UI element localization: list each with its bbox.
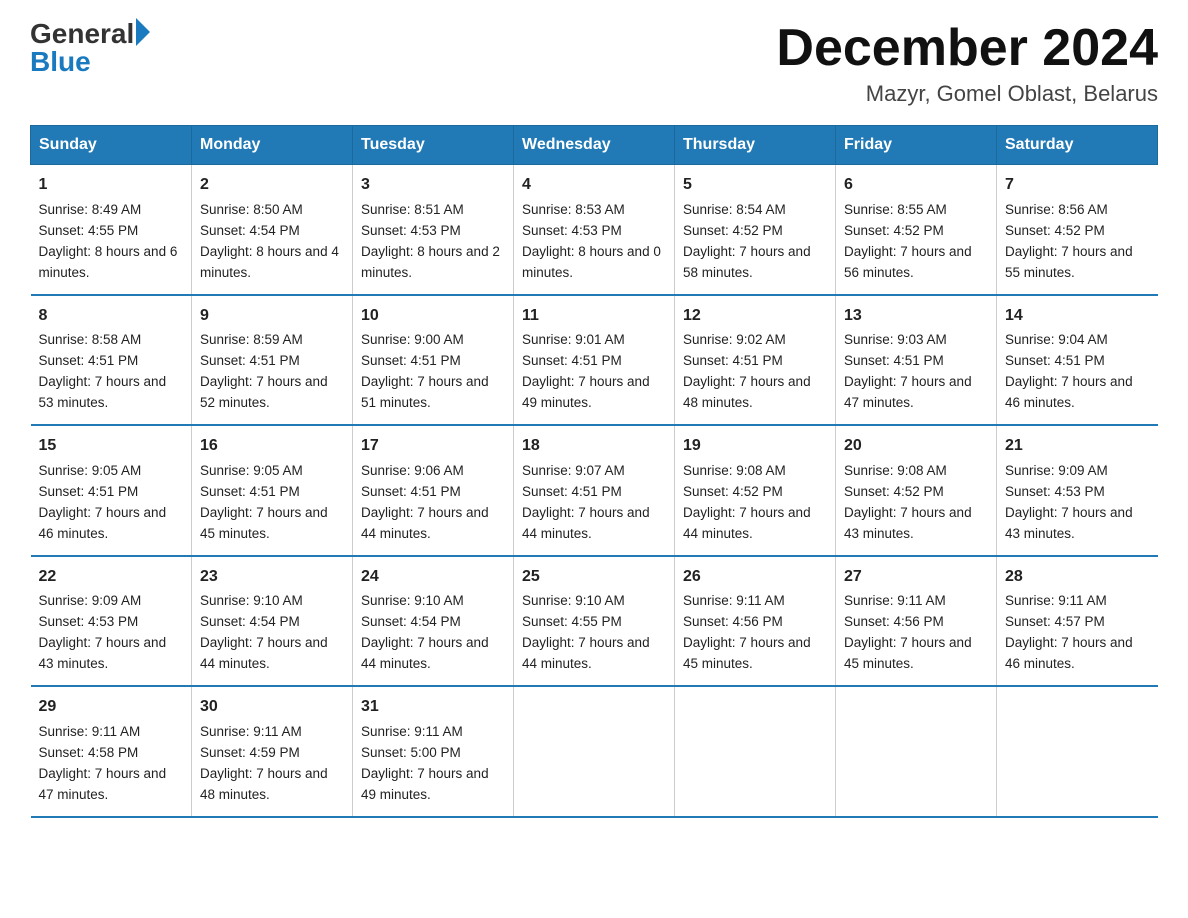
day-cell: 6Sunrise: 8:55 AMSunset: 4:52 PMDaylight… (836, 165, 997, 295)
day-cell: 28Sunrise: 9:11 AMSunset: 4:57 PMDayligh… (997, 556, 1158, 686)
day-cell: 19Sunrise: 9:08 AMSunset: 4:52 PMDayligh… (675, 425, 836, 555)
day-cell: 15Sunrise: 9:05 AMSunset: 4:51 PMDayligh… (31, 425, 192, 555)
day-number: 18 (522, 434, 666, 459)
day-number: 21 (1005, 434, 1150, 459)
day-number: 4 (522, 173, 666, 198)
day-number: 19 (683, 434, 827, 459)
logo-blue-text: Blue (30, 48, 150, 76)
week-row-3: 15Sunrise: 9:05 AMSunset: 4:51 PMDayligh… (31, 425, 1158, 555)
day-number: 7 (1005, 173, 1150, 198)
day-cell (514, 686, 675, 816)
header-cell-wednesday: Wednesday (514, 126, 675, 165)
week-row-5: 29Sunrise: 9:11 AMSunset: 4:58 PMDayligh… (31, 686, 1158, 816)
day-number: 26 (683, 565, 827, 590)
day-cell: 8Sunrise: 8:58 AMSunset: 4:51 PMDaylight… (31, 295, 192, 425)
week-row-2: 8Sunrise: 8:58 AMSunset: 4:51 PMDaylight… (31, 295, 1158, 425)
header-row: SundayMondayTuesdayWednesdayThursdayFrid… (31, 126, 1158, 165)
title-area: December 2024 Mazyr, Gomel Oblast, Belar… (776, 20, 1158, 107)
week-row-1: 1Sunrise: 8:49 AMSunset: 4:55 PMDaylight… (31, 165, 1158, 295)
header-cell-saturday: Saturday (997, 126, 1158, 165)
day-number: 27 (844, 565, 988, 590)
day-number: 30 (200, 695, 344, 720)
day-cell: 27Sunrise: 9:11 AMSunset: 4:56 PMDayligh… (836, 556, 997, 686)
location-title: Mazyr, Gomel Oblast, Belarus (776, 81, 1158, 107)
logo-arrow-icon (136, 18, 150, 46)
day-cell (675, 686, 836, 816)
header-cell-tuesday: Tuesday (353, 126, 514, 165)
week-row-4: 22Sunrise: 9:09 AMSunset: 4:53 PMDayligh… (31, 556, 1158, 686)
day-number: 20 (844, 434, 988, 459)
day-cell: 9Sunrise: 8:59 AMSunset: 4:51 PMDaylight… (192, 295, 353, 425)
day-number: 25 (522, 565, 666, 590)
header-cell-friday: Friday (836, 126, 997, 165)
day-cell: 17Sunrise: 9:06 AMSunset: 4:51 PMDayligh… (353, 425, 514, 555)
header-cell-thursday: Thursday (675, 126, 836, 165)
day-cell (836, 686, 997, 816)
day-cell: 10Sunrise: 9:00 AMSunset: 4:51 PMDayligh… (353, 295, 514, 425)
day-cell: 21Sunrise: 9:09 AMSunset: 4:53 PMDayligh… (997, 425, 1158, 555)
day-cell: 24Sunrise: 9:10 AMSunset: 4:54 PMDayligh… (353, 556, 514, 686)
day-cell: 14Sunrise: 9:04 AMSunset: 4:51 PMDayligh… (997, 295, 1158, 425)
day-cell: 30Sunrise: 9:11 AMSunset: 4:59 PMDayligh… (192, 686, 353, 816)
day-cell: 31Sunrise: 9:11 AMSunset: 5:00 PMDayligh… (353, 686, 514, 816)
month-title: December 2024 (776, 20, 1158, 77)
day-cell: 23Sunrise: 9:10 AMSunset: 4:54 PMDayligh… (192, 556, 353, 686)
day-number: 16 (200, 434, 344, 459)
day-cell: 25Sunrise: 9:10 AMSunset: 4:55 PMDayligh… (514, 556, 675, 686)
day-number: 15 (39, 434, 184, 459)
calendar-table: SundayMondayTuesdayWednesdayThursdayFrid… (30, 125, 1158, 817)
day-cell: 11Sunrise: 9:01 AMSunset: 4:51 PMDayligh… (514, 295, 675, 425)
day-number: 17 (361, 434, 505, 459)
day-cell: 16Sunrise: 9:05 AMSunset: 4:51 PMDayligh… (192, 425, 353, 555)
day-cell: 3Sunrise: 8:51 AMSunset: 4:53 PMDaylight… (353, 165, 514, 295)
day-number: 12 (683, 304, 827, 329)
day-cell: 12Sunrise: 9:02 AMSunset: 4:51 PMDayligh… (675, 295, 836, 425)
day-cell: 20Sunrise: 9:08 AMSunset: 4:52 PMDayligh… (836, 425, 997, 555)
day-number: 29 (39, 695, 184, 720)
day-cell: 5Sunrise: 8:54 AMSunset: 4:52 PMDaylight… (675, 165, 836, 295)
day-cell: 22Sunrise: 9:09 AMSunset: 4:53 PMDayligh… (31, 556, 192, 686)
day-number: 24 (361, 565, 505, 590)
day-number: 1 (39, 173, 184, 198)
day-number: 28 (1005, 565, 1150, 590)
day-cell: 29Sunrise: 9:11 AMSunset: 4:58 PMDayligh… (31, 686, 192, 816)
day-number: 22 (39, 565, 184, 590)
day-number: 6 (844, 173, 988, 198)
day-cell: 4Sunrise: 8:53 AMSunset: 4:53 PMDaylight… (514, 165, 675, 295)
day-number: 11 (522, 304, 666, 329)
header-cell-sunday: Sunday (31, 126, 192, 165)
day-number: 8 (39, 304, 184, 329)
header-cell-monday: Monday (192, 126, 353, 165)
day-number: 14 (1005, 304, 1150, 329)
day-number: 10 (361, 304, 505, 329)
day-number: 5 (683, 173, 827, 198)
day-cell: 18Sunrise: 9:07 AMSunset: 4:51 PMDayligh… (514, 425, 675, 555)
day-number: 23 (200, 565, 344, 590)
day-number: 2 (200, 173, 344, 198)
day-cell: 26Sunrise: 9:11 AMSunset: 4:56 PMDayligh… (675, 556, 836, 686)
logo-general-text: General (30, 20, 134, 48)
day-cell: 2Sunrise: 8:50 AMSunset: 4:54 PMDaylight… (192, 165, 353, 295)
day-cell: 1Sunrise: 8:49 AMSunset: 4:55 PMDaylight… (31, 165, 192, 295)
day-cell: 7Sunrise: 8:56 AMSunset: 4:52 PMDaylight… (997, 165, 1158, 295)
day-number: 3 (361, 173, 505, 198)
day-cell (997, 686, 1158, 816)
day-number: 13 (844, 304, 988, 329)
day-cell: 13Sunrise: 9:03 AMSunset: 4:51 PMDayligh… (836, 295, 997, 425)
day-number: 9 (200, 304, 344, 329)
header: General Blue December 2024 Mazyr, Gomel … (30, 20, 1158, 107)
day-number: 31 (361, 695, 505, 720)
logo: General Blue (30, 20, 150, 76)
